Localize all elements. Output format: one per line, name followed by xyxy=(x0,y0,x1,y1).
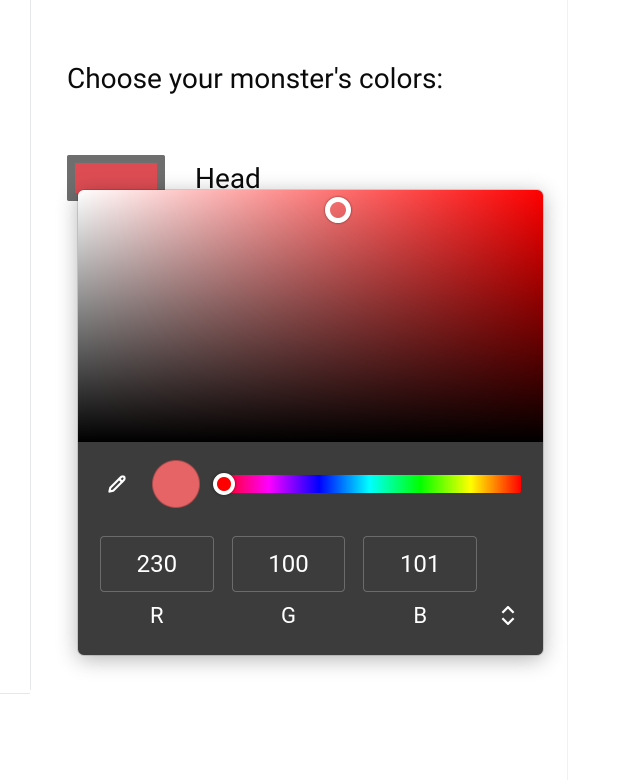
sv-black-gradient xyxy=(78,190,543,442)
picker-lower: R G B xyxy=(78,442,543,655)
b-label: B xyxy=(413,604,427,629)
g-field: G xyxy=(232,536,346,629)
hue-slider-handle[interactable] xyxy=(213,473,235,495)
b-input[interactable] xyxy=(363,536,477,592)
color-mode-toggle[interactable] xyxy=(495,606,521,625)
chevron-down-icon xyxy=(501,616,515,625)
r-label: R xyxy=(150,604,164,629)
r-field: R xyxy=(100,536,214,629)
r-input[interactable] xyxy=(100,536,214,592)
sv-handle[interactable] xyxy=(325,197,351,223)
color-picker-popover: R G B xyxy=(78,190,543,655)
g-input[interactable] xyxy=(232,536,346,592)
rgb-inputs-row: R G B xyxy=(100,536,521,629)
saturation-value-area[interactable] xyxy=(78,190,543,442)
eyedropper-button[interactable] xyxy=(100,467,134,501)
divider-horizontal xyxy=(0,693,30,694)
current-color-swatch xyxy=(152,460,200,508)
section-heading: Choose your monster's colors: xyxy=(67,62,567,95)
chevron-up-icon xyxy=(501,606,515,615)
hue-row xyxy=(100,460,521,508)
b-field: B xyxy=(363,536,477,629)
eyedropper-icon xyxy=(104,471,130,497)
g-label: G xyxy=(281,604,296,629)
hue-slider[interactable] xyxy=(218,475,521,493)
